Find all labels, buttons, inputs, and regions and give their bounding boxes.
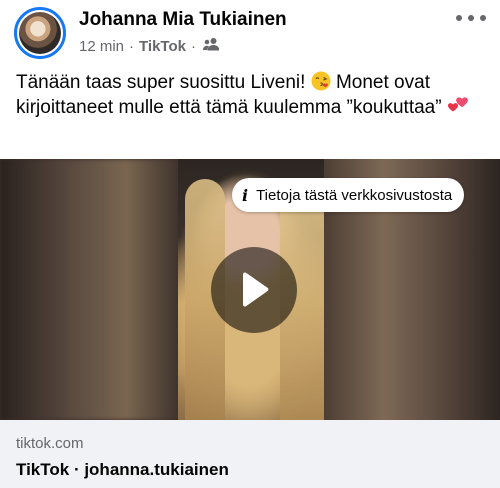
link-preview[interactable]: tiktok.com TikTok · johanna.tukiainen — [0, 420, 500, 488]
meta-separator: · — [191, 37, 196, 55]
link-domain: tiktok.com — [16, 435, 84, 452]
more-options-icon[interactable] — [456, 12, 486, 24]
two-hearts-emoji — [447, 96, 468, 116]
post-meta: 12 min · TikTok · — [79, 37, 220, 55]
author-name[interactable]: Johanna Mia Tukiainen — [79, 9, 287, 31]
about-website-label: Tietoja tästä verkkosivustosta — [256, 186, 453, 204]
avatar-image — [19, 12, 61, 54]
face-blowing-kiss-emoji — [311, 71, 331, 91]
friends-icon[interactable] — [201, 37, 220, 55]
about-website-button[interactable]: i Tietoja tästä verkkosivustosta — [232, 178, 465, 212]
post-header: Johanna Mia Tukiainen 12 min · TikTok · — [0, 0, 500, 62]
meta-separator: · — [129, 37, 135, 55]
post-time[interactable]: 12 min — [79, 38, 124, 55]
video-blur-left — [0, 159, 180, 420]
post-source: TikTok — [139, 37, 186, 55]
link-title[interactable]: TikTok · johanna.tukiainen — [16, 460, 229, 480]
avatar[interactable] — [14, 7, 66, 59]
video-preview[interactable]: i Tietoja tästä verkkosivustosta — [0, 159, 500, 420]
post-text: Tänään taas super suosittu Liveni! Monet… — [16, 70, 488, 120]
post-text-part1: Tänään taas super suosittu Liveni! — [16, 72, 306, 93]
info-icon: i — [242, 185, 249, 205]
play-icon[interactable] — [211, 247, 297, 333]
